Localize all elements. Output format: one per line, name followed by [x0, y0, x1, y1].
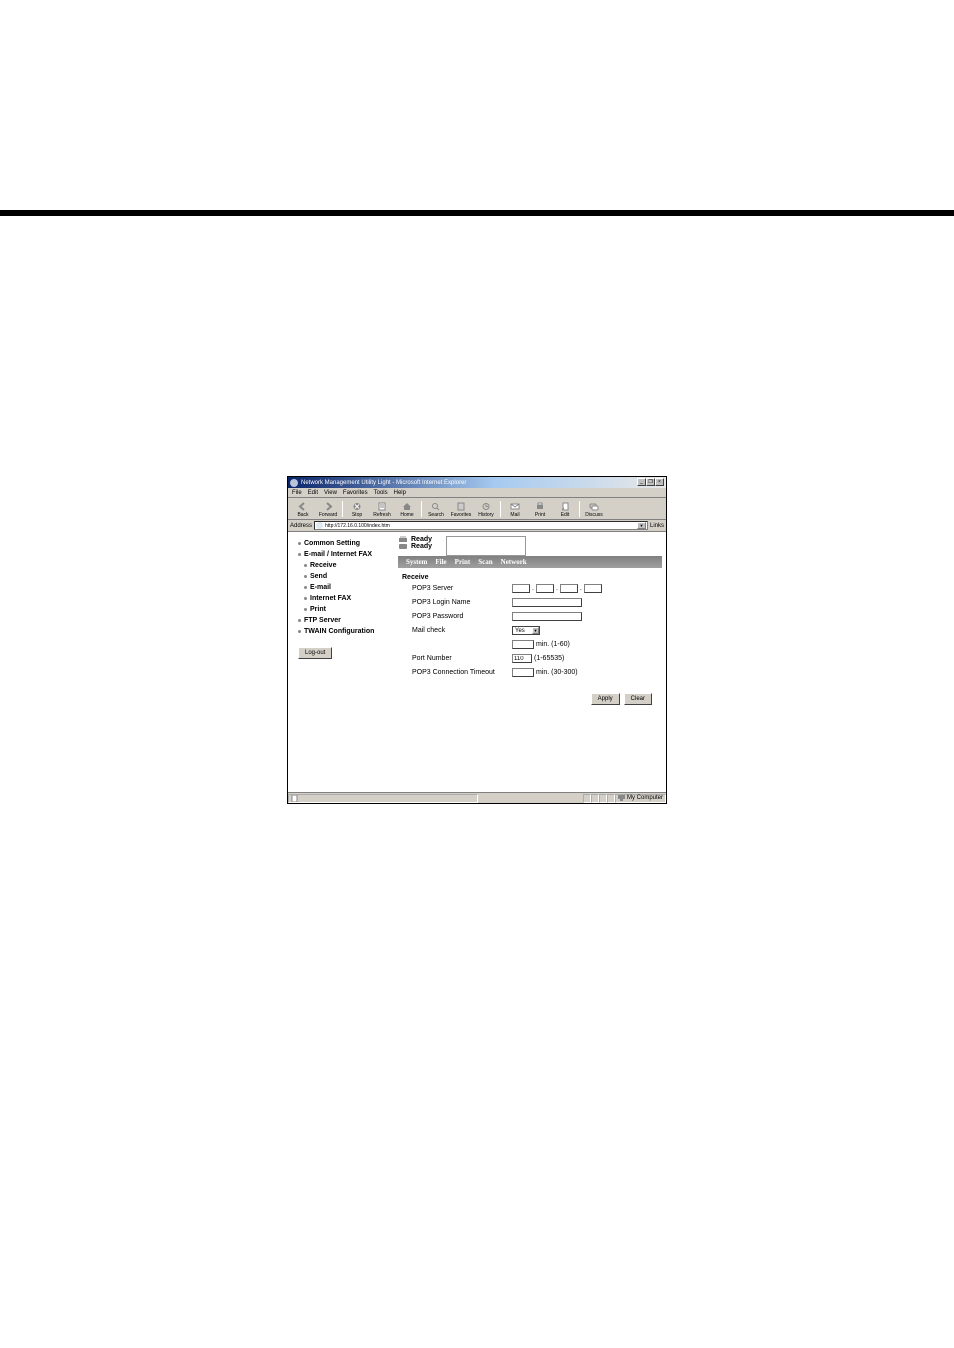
tab-network[interactable]: Network: [497, 558, 531, 566]
pop3login-label: POP3 Login Name: [402, 599, 512, 606]
titlebar: Network Management Utility Light - Micro…: [288, 477, 666, 488]
restore-button[interactable]: ❐: [646, 478, 655, 486]
sidebar-item-print[interactable]: Print: [292, 604, 394, 615]
address-input[interactable]: http://172.16.0.100/index.htm ▼: [314, 521, 648, 530]
computer-icon: [618, 795, 625, 801]
status-box: [599, 794, 607, 803]
pop3server-label: POP3 Server: [402, 585, 512, 592]
edit-button[interactable]: Edit: [553, 499, 577, 519]
scanner-icon: [398, 543, 408, 550]
status-box: [583, 794, 591, 803]
form-receive: Receive POP3 Server . . .: [398, 568, 662, 711]
doc-icon: [291, 795, 298, 802]
links-label[interactable]: Links: [650, 523, 664, 529]
minimize-button[interactable]: _: [637, 478, 646, 486]
pop3server-ip3[interactable]: [560, 584, 578, 593]
security-zone: My Computer: [615, 794, 666, 803]
sidebar-item-email-ifax[interactable]: E-mail / Internet FAX: [292, 549, 394, 560]
address-label: Address: [290, 523, 312, 529]
tab-scan[interactable]: Scan: [474, 558, 496, 566]
timeout-input[interactable]: [512, 668, 534, 677]
address-url: http://172.16.0.100/index.htm: [325, 523, 637, 529]
mailcheck-label: Mail check: [402, 627, 512, 634]
discuss-button[interactable]: Discuss: [582, 499, 606, 519]
statusbar: My Computer: [288, 792, 666, 803]
ready-row-2: Ready: [398, 543, 432, 550]
menu-tools[interactable]: Tools: [374, 490, 388, 496]
ready-row-1: Ready: [398, 536, 432, 543]
status-box: [607, 794, 615, 803]
home-button[interactable]: Home: [395, 499, 419, 519]
sidebar-item-common-setting[interactable]: Common Setting: [292, 538, 394, 549]
menu-favorites[interactable]: Favorites: [343, 490, 368, 496]
tab-file[interactable]: File: [431, 558, 450, 566]
form-title: Receive: [402, 574, 658, 581]
clear-button[interactable]: Clear: [624, 693, 652, 705]
port-hint: (1-65535): [534, 655, 564, 662]
search-button[interactable]: Search: [424, 499, 448, 519]
address-bar: Address http://172.16.0.100/index.htm ▼ …: [288, 520, 666, 532]
tab-row: System File Print Scan Network: [398, 556, 662, 568]
logout-button[interactable]: Log-out: [298, 647, 332, 659]
sidebar-item-email[interactable]: E-mail: [292, 582, 394, 593]
tab-print[interactable]: Print: [451, 558, 475, 566]
sidebar-item-internet-fax[interactable]: Internet FAX: [292, 593, 394, 604]
main-panel: Ready Ready System File Print Scan Netwo…: [398, 532, 666, 792]
favorites-button[interactable]: Favorites: [449, 499, 473, 519]
sidebar-item-twain-config[interactable]: TWAIN Configuration: [292, 626, 394, 637]
mail-button[interactable]: Mail: [503, 499, 527, 519]
window-title: Network Management Utility Light - Micro…: [301, 480, 466, 486]
menu-file[interactable]: File: [292, 490, 302, 496]
port-input[interactable]: [512, 654, 532, 663]
port-label: Port Number: [402, 655, 512, 662]
sidebar: Common Setting E-mail / Internet FAX Rec…: [288, 532, 398, 792]
sidebar-item-receive[interactable]: Receive: [292, 560, 394, 571]
pop3server-ip4[interactable]: [584, 584, 602, 593]
pop3login-input[interactable]: [512, 598, 582, 607]
menu-help[interactable]: Help: [394, 490, 406, 496]
print-button[interactable]: Print: [528, 499, 552, 519]
mailcheck-select[interactable]: Yes ▼: [512, 626, 540, 635]
timeout-hint: min. (30-300): [536, 669, 578, 676]
refresh-button[interactable]: Refresh: [370, 499, 394, 519]
menu-edit[interactable]: Edit: [308, 490, 318, 496]
app-icon: [290, 479, 298, 487]
printer-icon: [398, 536, 408, 543]
status-done: [288, 794, 478, 803]
forward-button[interactable]: Forward: [316, 499, 340, 519]
menu-view[interactable]: View: [324, 490, 337, 496]
browser-window: Network Management Utility Light - Micro…: [287, 476, 667, 804]
status-box: [591, 794, 599, 803]
stop-button[interactable]: Stop: [345, 499, 369, 519]
menubar: File Edit View Favorites Tools Help: [288, 488, 666, 498]
sidebar-item-send[interactable]: Send: [292, 571, 394, 582]
close-button[interactable]: ×: [655, 478, 664, 486]
pop3server-ip1[interactable]: [512, 584, 530, 593]
address-dropdown-button[interactable]: ▼: [637, 522, 646, 529]
pop3server-ip2[interactable]: [536, 584, 554, 593]
ie-page-icon: [316, 522, 323, 529]
mailcheck-interval-input[interactable]: [512, 640, 534, 649]
chevron-down-icon: ▼: [532, 627, 539, 634]
sidebar-item-ftp-server[interactable]: FTP Server: [292, 615, 394, 626]
mailcheck-hint: min. (1-60): [536, 641, 570, 648]
tab-system[interactable]: System: [402, 558, 431, 566]
pop3pw-label: POP3 Password: [402, 613, 512, 620]
toolbar: Back Forward Stop Refresh Home Search Fa…: [288, 498, 666, 520]
pop3pw-input[interactable]: [512, 612, 582, 621]
ready-status-box: [446, 536, 526, 556]
history-button[interactable]: History: [474, 499, 498, 519]
apply-button[interactable]: Apply: [591, 693, 620, 705]
back-button[interactable]: Back: [291, 499, 315, 519]
timeout-label: POP3 Connection Timeout: [402, 669, 512, 676]
